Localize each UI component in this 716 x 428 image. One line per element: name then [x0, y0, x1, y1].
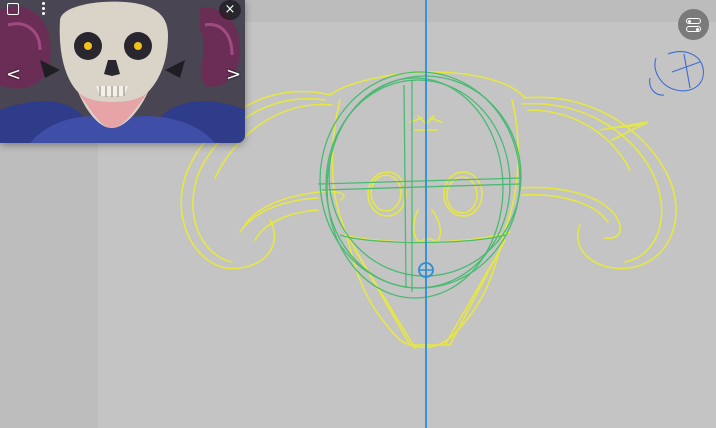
yellow-horns-sketch	[180, 71, 677, 349]
more-vertical-icon[interactable]	[40, 0, 46, 20]
previous-image-button[interactable]: <	[6, 66, 21, 84]
reference-image	[0, 0, 245, 143]
toggle-settings-icon-lower	[686, 26, 701, 32]
window-square-icon[interactable]	[7, 3, 19, 15]
blue-scribble-note	[649, 51, 704, 96]
toggle-settings-icon	[686, 18, 701, 24]
next-image-button[interactable]: >	[226, 66, 241, 84]
toggle-settings-button[interactable]	[678, 9, 709, 40]
reference-image-window[interactable]: × < >	[0, 0, 245, 143]
close-icon[interactable]: ×	[219, 0, 241, 20]
